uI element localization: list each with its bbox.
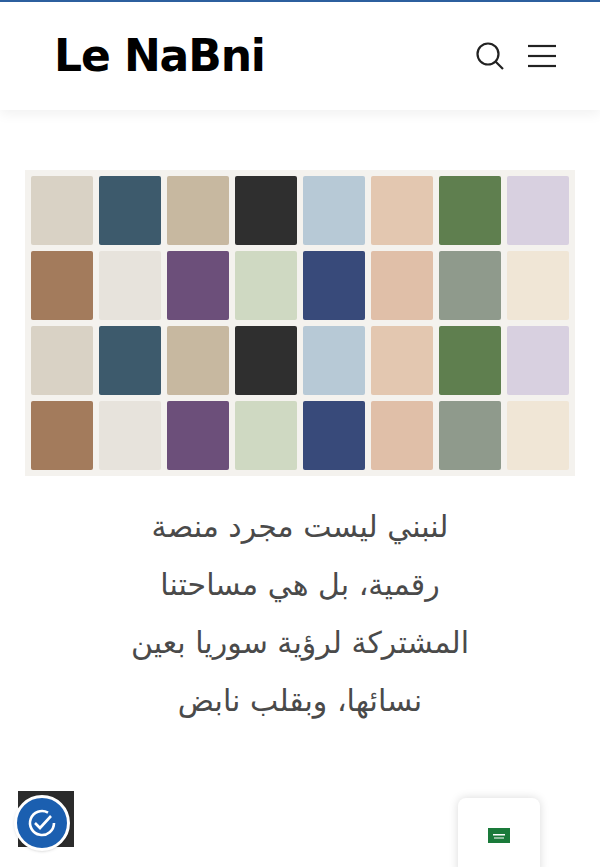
intro-line: رقمية، بل هي مساحتنا bbox=[160, 556, 439, 614]
intro-line: المشتركة لرؤية سوريا بعين bbox=[131, 614, 469, 672]
search-button[interactable] bbox=[474, 40, 506, 72]
collage-tile bbox=[99, 251, 161, 320]
logo[interactable]: Le NaBni bbox=[54, 34, 265, 78]
collage-tile bbox=[167, 176, 229, 245]
collage-tile bbox=[99, 401, 161, 470]
site-header: Le NaBni bbox=[0, 0, 600, 110]
collage-tile bbox=[31, 251, 93, 320]
collage-tile bbox=[31, 401, 93, 470]
language-switcher[interactable] bbox=[458, 798, 540, 867]
intro-line: نسائها، وبقلب نابض bbox=[178, 672, 422, 730]
accessibility-icon bbox=[24, 805, 60, 841]
collage-tile bbox=[99, 176, 161, 245]
intro-line: لنبني ليست مجرد منصة bbox=[152, 498, 449, 556]
collage-tile bbox=[31, 326, 93, 395]
collage-tile bbox=[167, 251, 229, 320]
collage-tile bbox=[507, 401, 569, 470]
collage-tile bbox=[167, 401, 229, 470]
accessibility-button[interactable] bbox=[14, 795, 70, 851]
collage-tile bbox=[507, 251, 569, 320]
intro-text: لنبني ليست مجرد منصةرقمية، بل هي مساحتنا… bbox=[131, 498, 469, 730]
page: Le NaBni لنبني ليست مجرد منصةرقمية، بل هي… bbox=[0, 0, 600, 867]
collage-tile bbox=[439, 251, 501, 320]
collage-tile bbox=[371, 251, 433, 320]
collage-tile bbox=[235, 176, 297, 245]
collage-tile bbox=[371, 401, 433, 470]
collage-tile bbox=[371, 326, 433, 395]
collage-tile bbox=[99, 326, 161, 395]
collage-tile bbox=[235, 326, 297, 395]
menu-icon bbox=[528, 44, 556, 68]
collage-tile bbox=[303, 251, 365, 320]
collage-tile bbox=[439, 401, 501, 470]
collage-tile bbox=[507, 326, 569, 395]
collage-tile bbox=[507, 176, 569, 245]
main-content: لنبني ليست مجرد منصةرقمية، بل هي مساحتنا… bbox=[0, 110, 600, 730]
collage-tile bbox=[439, 176, 501, 245]
saudi-flag-icon bbox=[488, 828, 510, 843]
collage-tile bbox=[235, 401, 297, 470]
collage-tile bbox=[303, 401, 365, 470]
collage-tile bbox=[439, 326, 501, 395]
search-icon bbox=[475, 41, 505, 71]
collage-tile bbox=[303, 176, 365, 245]
collage-tile bbox=[167, 326, 229, 395]
header-actions bbox=[474, 40, 558, 72]
collage-tile bbox=[31, 176, 93, 245]
collage-tile bbox=[371, 176, 433, 245]
collage-tile bbox=[303, 326, 365, 395]
hero-collage bbox=[25, 170, 575, 476]
collage-tile bbox=[235, 251, 297, 320]
menu-button[interactable] bbox=[526, 40, 558, 72]
